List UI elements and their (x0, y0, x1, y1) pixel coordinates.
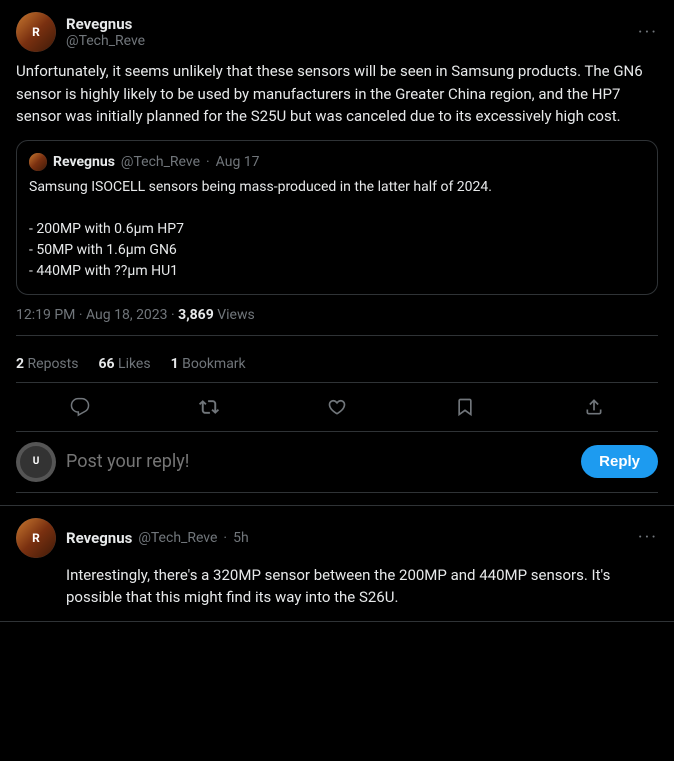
quoted-display-name: Revegnus (53, 154, 115, 170)
quoted-tweet-header: Revegnus @Tech_Reve · Aug 17 (29, 153, 645, 171)
tweet-body: Unfortunately, it seems unlikely that th… (16, 60, 658, 128)
username: @Tech_Reve (66, 33, 145, 49)
bookmarks-label: Bookmark (182, 356, 246, 372)
avatar[interactable]: R (16, 12, 56, 52)
tweet-header-left: R Revegnus @Tech_Reve (16, 12, 145, 52)
bookmarks-stat[interactable]: 1 Bookmark (171, 356, 246, 372)
user-info: Revegnus @Tech_Reve (66, 15, 145, 49)
comment-display-name: Revegnus (66, 529, 132, 547)
comment-user-info: Revegnus @Tech_Reve · 5h (66, 529, 249, 547)
reposts-label: Reposts (28, 356, 79, 372)
quoted-line-4: - 440MP with ??μm HU1 (29, 263, 178, 279)
retweet-button[interactable] (193, 391, 225, 423)
comment-header: R Revegnus @Tech_Reve · 5h ··· (16, 518, 658, 558)
comment-tweet: R Revegnus @Tech_Reve · 5h ··· Interesti… (0, 506, 674, 622)
actions-row (16, 383, 658, 432)
retweet-icon (199, 397, 219, 417)
comment-avatar-image: R (16, 518, 56, 558)
comment-more-options-icon[interactable]: ··· (638, 527, 658, 548)
comment-icon (70, 397, 90, 417)
bookmarks-count: 1 (171, 356, 179, 372)
tweet-meta: 12:19 PM · Aug 18, 2023 · 3,869 Views (16, 307, 658, 323)
reposts-stat[interactable]: 2 Reposts (16, 356, 78, 372)
quoted-tweet[interactable]: Revegnus @Tech_Reve · Aug 17 Samsung ISO… (16, 140, 658, 295)
quoted-line-3: - 50MP with 1.6μm GN6 (29, 242, 177, 258)
avatar-image: R (16, 12, 56, 52)
likes-count: 66 (98, 356, 114, 372)
quoted-line-2: - 200MP with 0.6μm HP7 (29, 221, 184, 237)
tweet-header: R Revegnus @Tech_Reve ··· (16, 12, 658, 52)
reply-input[interactable] (66, 451, 571, 472)
comment-time: 5h (233, 530, 249, 546)
display-name: Revegnus (66, 15, 145, 33)
bookmark-button[interactable] (449, 391, 481, 423)
stats-row: 2 Reposts 66 Likes 1 Bookmark (16, 346, 658, 383)
main-tweet: R Revegnus @Tech_Reve ··· Unfortunately,… (0, 0, 674, 506)
views-label: Views (217, 307, 255, 323)
quoted-handle: @Tech_Reve (121, 154, 200, 170)
quoted-line-1: Samsung ISOCELL sensors being mass-produ… (29, 179, 492, 195)
comment-separator: · (223, 530, 227, 546)
likes-stat[interactable]: 66 Likes (98, 356, 150, 372)
comment-header-left: R Revegnus @Tech_Reve · 5h (16, 518, 249, 558)
quoted-avatar (29, 153, 47, 171)
comment-button[interactable] (64, 391, 96, 423)
share-icon (584, 397, 604, 417)
views-count: 3,869 (178, 307, 214, 323)
divider-1 (16, 335, 658, 336)
like-button[interactable] (321, 391, 353, 423)
quoted-dot: · (206, 154, 210, 170)
more-options-icon[interactable]: ··· (638, 22, 658, 43)
comment-handle: @Tech_Reve (138, 530, 217, 546)
quoted-avatar-image (29, 153, 47, 171)
bookmark-icon (455, 397, 475, 417)
share-button[interactable] (578, 391, 610, 423)
reply-avatar-image: U (20, 446, 52, 478)
reply-avatar: U (16, 442, 56, 482)
likes-label: Likes (118, 356, 151, 372)
reposts-count: 2 (16, 356, 24, 372)
quoted-body: Samsung ISOCELL sensors being mass-produ… (29, 177, 645, 282)
quoted-date: Aug 17 (216, 154, 260, 170)
reply-button[interactable]: Reply (581, 445, 658, 478)
reply-input-row: U Reply (16, 432, 658, 493)
timestamp: 12:19 PM · Aug 18, 2023 (16, 307, 168, 323)
like-icon (327, 397, 347, 417)
comment-avatar[interactable]: R (16, 518, 56, 558)
comment-body: Interestingly, there's a 320MP sensor be… (16, 564, 658, 609)
